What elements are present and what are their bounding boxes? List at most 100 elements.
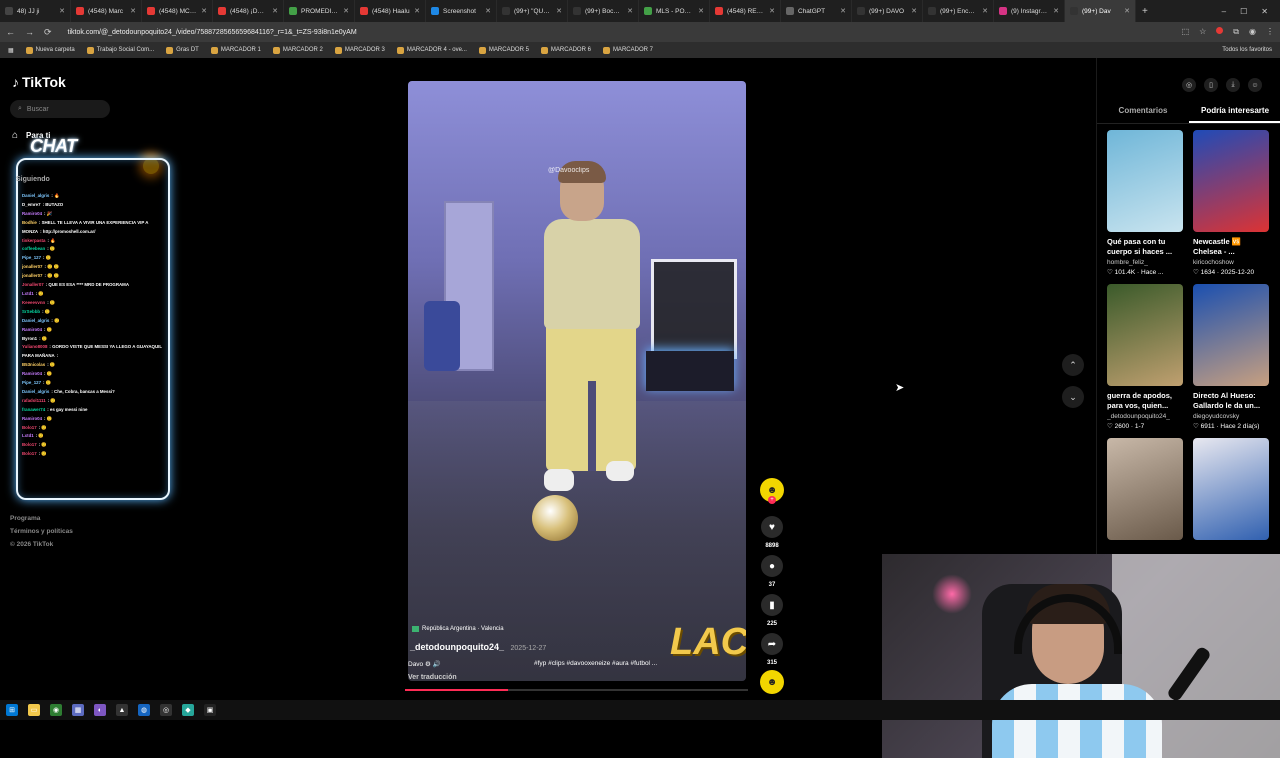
close-tab-icon[interactable]: ✕ (485, 7, 491, 15)
video-player[interactable]: @Davooclips LAC (408, 81, 746, 681)
bookmark-folder-icon (396, 46, 404, 54)
recommended-video-card[interactable]: guerra de apodos, para vos, quien... _det… (1107, 284, 1183, 430)
see-translation-link[interactable]: Ver traducción (408, 674, 457, 681)
browser-tab[interactable]: (4548) Haalu ✕ (355, 0, 426, 22)
recommended-video-card[interactable] (1193, 438, 1269, 569)
vlc-icon[interactable]: ▲ (116, 704, 128, 716)
tiktok-logo[interactable]: ♪ TikTok (12, 74, 66, 90)
close-window-button[interactable]: ✕ (1261, 7, 1268, 16)
bookmark-item[interactable]: MARCADOR 6 (540, 46, 591, 54)
browser-tab[interactable]: (99+) Encuen ✕ (923, 0, 994, 22)
browser-tab[interactable]: 48) JJ ji ✕ (0, 0, 71, 22)
all-bookmarks-button[interactable]: Todos los favoritos (1222, 47, 1272, 53)
bookmark-item[interactable]: Gras DT (166, 46, 199, 54)
close-tab-icon[interactable]: ✕ (840, 7, 846, 15)
browser-tab[interactable]: Screenshot ✕ (426, 0, 497, 22)
menu-icon[interactable]: ⋮ (1266, 27, 1274, 37)
browser-icon[interactable]: ◍ (138, 704, 150, 716)
close-tab-icon[interactable]: ✕ (1053, 7, 1059, 15)
close-tab-icon[interactable]: ✕ (130, 7, 136, 15)
close-tab-icon[interactable]: ✕ (59, 7, 65, 15)
video-hashtags[interactable]: #fyp #clips #davooxeneize #aura #futbol … (534, 660, 657, 667)
follow-plus-icon[interactable]: + (768, 496, 776, 504)
close-tab-icon[interactable]: ✕ (556, 7, 562, 15)
url-field[interactable]: tiktok.com/@_detodounpoquito24_/video/75… (68, 29, 1172, 36)
minimize-button[interactable]: – (1222, 7, 1226, 16)
close-tab-icon[interactable]: ✕ (769, 7, 775, 15)
browser-tab[interactable]: (4548) ¡DOBI ✕ (213, 0, 284, 22)
bookmark-item[interactable]: MARCADOR 2 (272, 46, 323, 54)
record-icon[interactable] (1216, 27, 1224, 37)
share-button[interactable]: ➦ 315 (760, 633, 784, 666)
browser-tab[interactable]: (9) Instagram ✕ (994, 0, 1065, 22)
close-tab-icon[interactable]: ✕ (272, 7, 278, 15)
close-tab-icon[interactable]: ✕ (982, 7, 988, 15)
browser-tab[interactable]: (99+) "QUERI ✕ (497, 0, 568, 22)
browser-tab[interactable]: (4548) Marc ✕ (71, 0, 142, 22)
close-tab-icon[interactable]: ✕ (698, 7, 704, 15)
profile-icon[interactable]: ◉ (1249, 27, 1256, 37)
comment-button[interactable]: ● 37 (760, 555, 784, 588)
user-avatar-icon[interactable]: ☺ (1248, 78, 1262, 92)
reload-icon[interactable]: ⟳ (44, 27, 52, 38)
bookmark-item[interactable]: MARCADOR 7 (602, 46, 653, 54)
nav-following-label[interactable]: Siguiendo (16, 176, 50, 183)
terminal-icon[interactable]: ▣ (204, 704, 216, 716)
tab-might-interest[interactable]: Podría interesarte (1189, 102, 1280, 123)
footer-link-terms[interactable]: Términos y políticas (10, 525, 73, 538)
forward-icon[interactable]: → (25, 27, 34, 37)
obs-icon[interactable]: ◎ (160, 704, 172, 716)
video-location[interactable]: República Argentina · Valencia (412, 626, 504, 632)
apps-icon[interactable]: ▦ (8, 47, 14, 54)
close-tab-icon[interactable]: ✕ (1124, 7, 1130, 15)
phone-icon[interactable]: ▯ (1204, 78, 1218, 92)
discord-icon[interactable]: ◐ (94, 704, 106, 716)
compass-icon[interactable]: ◎ (1182, 78, 1196, 92)
browser-tab[interactable]: ChatGPT ✕ (781, 0, 852, 22)
download-icon[interactable]: ⤓ (1226, 78, 1240, 92)
recommended-video-card[interactable] (1107, 438, 1183, 569)
extensions-icon[interactable]: ⧉ (1233, 27, 1239, 37)
recommended-video-card[interactable]: Qué pasa con tu cuerpo si haces ... hombr… (1107, 130, 1183, 276)
file-explorer-icon[interactable]: ▭ (28, 704, 40, 716)
browser-tab[interactable]: MLS - POSIC ✕ (639, 0, 710, 22)
video-author[interactable]: _detodounpoquito24_ 2025-12-27 (410, 642, 546, 652)
close-tab-icon[interactable]: ✕ (911, 7, 917, 15)
install-icon[interactable]: ⬚ (1182, 27, 1190, 37)
save-button[interactable]: ▮ 225 (760, 594, 784, 627)
maximize-button[interactable]: ☐ (1240, 7, 1247, 16)
chrome-icon[interactable]: ◉ (50, 704, 62, 716)
browser-tab[interactable]: PROMEDIOS ✕ (284, 0, 355, 22)
app-icon[interactable]: ◆ (182, 704, 194, 716)
browser-tab[interactable]: (4548) RETO ✕ (710, 0, 781, 22)
video-progress-bar[interactable] (405, 689, 748, 691)
bookmark-item[interactable]: Trabajo Social Com... (86, 46, 154, 54)
bookmark-item[interactable]: MARCADOR 3 (334, 46, 385, 54)
start-icon[interactable]: ⊞ (6, 704, 18, 716)
previous-video-button[interactable]: ⌃ (1062, 354, 1084, 376)
new-tab-button[interactable]: + (1136, 6, 1154, 17)
next-video-button[interactable]: ⌄ (1062, 386, 1084, 408)
bookmark-item[interactable]: MARCADOR 5 (478, 46, 529, 54)
app-grid-icon[interactable]: ▦ (72, 704, 84, 716)
close-tab-icon[interactable]: ✕ (201, 7, 207, 15)
search-input[interactable]: ⌕ Buscar (10, 100, 110, 118)
bookmark-item[interactable]: MARCADOR 1 (210, 46, 261, 54)
browser-tab[interactable]: (99+) DAVO ✕ (852, 0, 923, 22)
close-tab-icon[interactable]: ✕ (414, 7, 420, 15)
bookmark-item[interactable]: MARCADOR 4 - ove... (396, 46, 467, 54)
bookmark-item[interactable]: Nueva carpeta (25, 46, 75, 54)
footer-link-program[interactable]: Programa (10, 512, 73, 525)
tab-comments[interactable]: Comentarios (1097, 102, 1189, 123)
browser-tab[interactable]: (99+) Dav ✕ (1065, 0, 1136, 22)
back-icon[interactable]: ← (6, 27, 15, 37)
star-icon[interactable]: ☆ (1199, 27, 1206, 37)
recommended-video-card[interactable]: Directo Al Hueso: Gallardo le da un... di… (1193, 284, 1269, 430)
like-button[interactable]: ♥ 8898 (760, 516, 784, 549)
recommended-video-card[interactable]: Newcastle 🆚 Chelsea - ... kiricochoshow ♡ … (1193, 130, 1269, 276)
browser-tab[interactable]: (4548) MC Ki ✕ (142, 0, 213, 22)
close-tab-icon[interactable]: ✕ (343, 7, 349, 15)
browser-tab[interactable]: (99+) Boca vs ✕ (568, 0, 639, 22)
close-tab-icon[interactable]: ✕ (627, 7, 633, 15)
sound-avatar[interactable]: ☻ (760, 670, 784, 694)
